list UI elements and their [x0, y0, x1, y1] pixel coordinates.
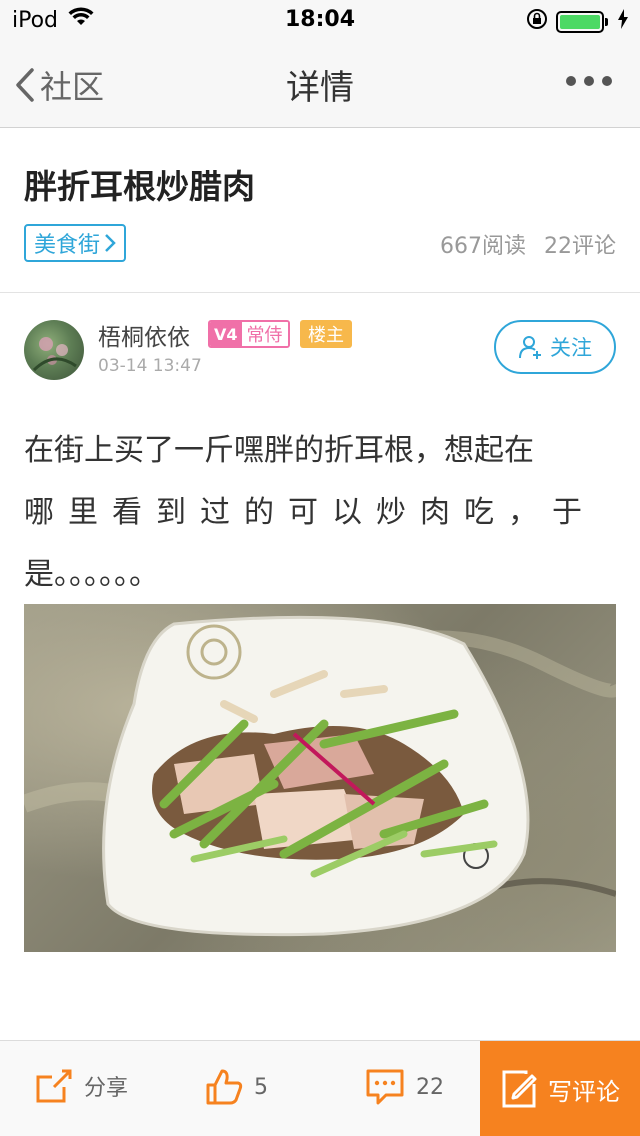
battery-icon [556, 11, 608, 33]
body-line: 是。。。。。。 [24, 557, 159, 592]
category-label: 美食街 [34, 233, 101, 258]
write-comment-label: 写评论 [548, 1077, 620, 1106]
follow-button[interactable]: 关注 [494, 320, 616, 374]
category-tag[interactable]: 美食街 [24, 224, 127, 262]
page-title: 详情 [286, 68, 354, 108]
avatar[interactable] [24, 320, 84, 380]
body-line: 在街上买了一斤嘿胖的折耳根，想起在 [24, 433, 534, 468]
nav-bar: 社区 详情 [0, 40, 640, 128]
like-count: 5 [254, 1074, 268, 1100]
comment-button[interactable]: 22 [364, 1067, 444, 1107]
share-button[interactable]: 分享 [34, 1067, 128, 1105]
chevron-right-icon [105, 234, 116, 252]
body-line: 哪里看到过的可以炒肉吃，于 [24, 495, 596, 530]
write-comment-button[interactable]: 写评论 [480, 1041, 640, 1136]
battery-level [560, 15, 600, 29]
post-time: 03-14 13:47 [98, 356, 202, 376]
status-bar: iPod 18:04 [0, 0, 640, 40]
share-label: 分享 [84, 1076, 129, 1101]
post-title: 胖折耳根炒腊肉 [24, 167, 255, 206]
level-badge-rank: 常侍 [241, 322, 288, 346]
owner-badge: 楼主 [300, 320, 352, 348]
charging-bolt-icon [618, 9, 628, 35]
comment-count-stat: 22评论 [544, 234, 616, 259]
author-name[interactable]: 梧桐依依 [98, 318, 190, 352]
screen: iPod 18:04 社区 详情 胖折耳根炒腊肉 美食街 667阅读 22评论 … [0, 0, 640, 1136]
bottom-toolbar: 分享 5 22 写评论 [0, 1040, 640, 1136]
rotation-lock-icon [526, 8, 548, 36]
edit-icon [502, 1070, 537, 1108]
post-stats: 667阅读 22评论 [440, 228, 616, 260]
level-badge: V4 常侍 [208, 320, 290, 348]
divider [0, 292, 640, 293]
add-user-icon [519, 336, 541, 359]
like-button[interactable]: 5 [204, 1067, 268, 1107]
post-image[interactable] [24, 604, 616, 952]
thumbs-up-icon [206, 1069, 243, 1105]
comment-count: 22 [416, 1074, 444, 1100]
follow-label: 关注 [550, 336, 592, 360]
share-icon [36, 1069, 72, 1103]
post-body: 在街上买了一斤嘿胖的折耳根，想起在 哪里看到过的可以炒肉吃，于 是。。。。。。 [24, 420, 618, 606]
status-right [526, 8, 628, 36]
read-count: 667阅读 [440, 234, 526, 259]
level-badge-level: V4 [210, 322, 242, 346]
more-dots-icon[interactable] [566, 76, 612, 86]
comment-bubble-icon [366, 1069, 404, 1105]
